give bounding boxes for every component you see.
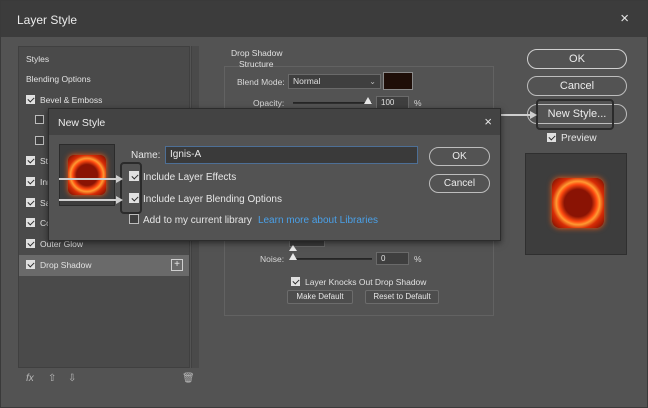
- close-icon[interactable]: ×: [620, 10, 629, 27]
- dialog-title-bar: New Style ×: [49, 109, 500, 135]
- checkbox[interactable]: [129, 214, 139, 225]
- name-label: Name:: [131, 150, 161, 161]
- move-down-icon[interactable]: ⇩: [68, 373, 76, 384]
- checkbox[interactable]: [26, 239, 35, 249]
- sidebar-item-drop-shadow[interactable]: Drop Shadow +: [19, 255, 189, 276]
- opacity-slider-thumb[interactable]: [364, 97, 372, 104]
- close-icon[interactable]: ×: [484, 114, 492, 129]
- title-bar: Layer Style ×: [1, 1, 647, 37]
- highlight-new-style: [536, 99, 614, 130]
- highlight-checkboxes: [120, 162, 142, 214]
- noise-slider-thumb[interactable]: [289, 253, 297, 260]
- trash-icon[interactable]: 🗑: [182, 373, 195, 384]
- noise-input[interactable]: 0: [376, 252, 409, 265]
- new-style-dialog: New Style × Name: Ignis-A Include Layer …: [48, 108, 501, 241]
- include-blending-label: Include Layer Blending Options: [143, 194, 282, 205]
- pointer-arrow: [59, 196, 123, 204]
- sidebar-item-label: Bevel & Emboss: [40, 95, 103, 105]
- sidebar-item-blending-options[interactable]: Blending Options: [19, 69, 189, 90]
- noise-label: Noise:: [260, 254, 285, 264]
- window-title: Layer Style: [17, 13, 78, 27]
- cancel-button[interactable]: Cancel: [527, 76, 627, 96]
- opacity-unit: %: [414, 98, 422, 108]
- style-tools: fx ⇧ ⇩ 🗑: [18, 371, 200, 391]
- dialog-ok-button[interactable]: OK: [429, 147, 490, 166]
- group-heading: Drop Shadow: [231, 48, 283, 58]
- checkbox[interactable]: [26, 198, 35, 208]
- sidebar-item-label: Drop Shadow: [40, 260, 92, 270]
- structure-heading: Structure: [239, 59, 274, 69]
- sidebar-item-label: Blending Options: [26, 74, 91, 84]
- blend-mode-select[interactable]: Normal ⌄: [288, 74, 381, 89]
- noise-unit: %: [414, 254, 422, 264]
- preview-option[interactable]: Preview: [547, 132, 597, 144]
- checkbox[interactable]: [26, 260, 35, 270]
- pointer-arrow: [59, 175, 123, 183]
- opacity-slider[interactable]: [293, 102, 372, 104]
- include-effects-option[interactable]: Include Layer Effects: [129, 171, 237, 183]
- blend-mode-value: Normal: [293, 76, 321, 86]
- checkbox[interactable]: [35, 115, 44, 125]
- include-blending-option[interactable]: Include Layer Blending Options: [129, 193, 282, 205]
- fx-icon[interactable]: fx: [26, 373, 34, 384]
- add-icon[interactable]: +: [171, 259, 183, 271]
- noise-slider[interactable]: [293, 258, 372, 260]
- knockout-label: Layer Knocks Out Drop Shadow: [305, 277, 427, 287]
- checkbox[interactable]: [26, 156, 35, 166]
- checkbox[interactable]: [26, 95, 35, 105]
- shadow-color-swatch[interactable]: [383, 72, 413, 90]
- sidebar-item-styles[interactable]: Styles: [19, 49, 189, 70]
- style-preview: [525, 153, 627, 255]
- checkbox[interactable]: [35, 136, 44, 146]
- checkbox[interactable]: [26, 177, 35, 187]
- make-default-button[interactable]: Make Default: [287, 290, 353, 304]
- checkbox[interactable]: [547, 132, 556, 142]
- learn-more-link[interactable]: Learn more about Libraries: [258, 215, 378, 226]
- add-to-library-label: Add to my current library: [143, 215, 252, 226]
- chevron-down-icon: ⌄: [369, 77, 376, 86]
- preview-label: Preview: [561, 133, 597, 144]
- checkbox[interactable]: [26, 218, 35, 228]
- add-to-library-option[interactable]: Add to my current library Learn more abou…: [129, 214, 378, 226]
- ok-button[interactable]: OK: [527, 49, 627, 69]
- thumbnail-image: [68, 155, 106, 195]
- style-name-input[interactable]: Ignis-A: [165, 146, 418, 164]
- checkbox[interactable]: [291, 277, 300, 287]
- opacity-label: Opacity:: [253, 98, 285, 108]
- dialog-cancel-button[interactable]: Cancel: [429, 174, 490, 193]
- blend-mode-label: Blend Mode:: [237, 77, 285, 87]
- preview-image: [552, 178, 604, 228]
- reset-to-default-button[interactable]: Reset to Default: [365, 290, 439, 304]
- knockout-option[interactable]: Layer Knocks Out Drop Shadow: [291, 277, 426, 287]
- sidebar-item-label: Styles: [26, 54, 50, 64]
- include-effects-label: Include Layer Effects: [143, 172, 237, 183]
- move-up-icon[interactable]: ⇧: [48, 373, 56, 384]
- dialog-title: New Style: [58, 117, 106, 129]
- style-thumbnail: [59, 144, 115, 206]
